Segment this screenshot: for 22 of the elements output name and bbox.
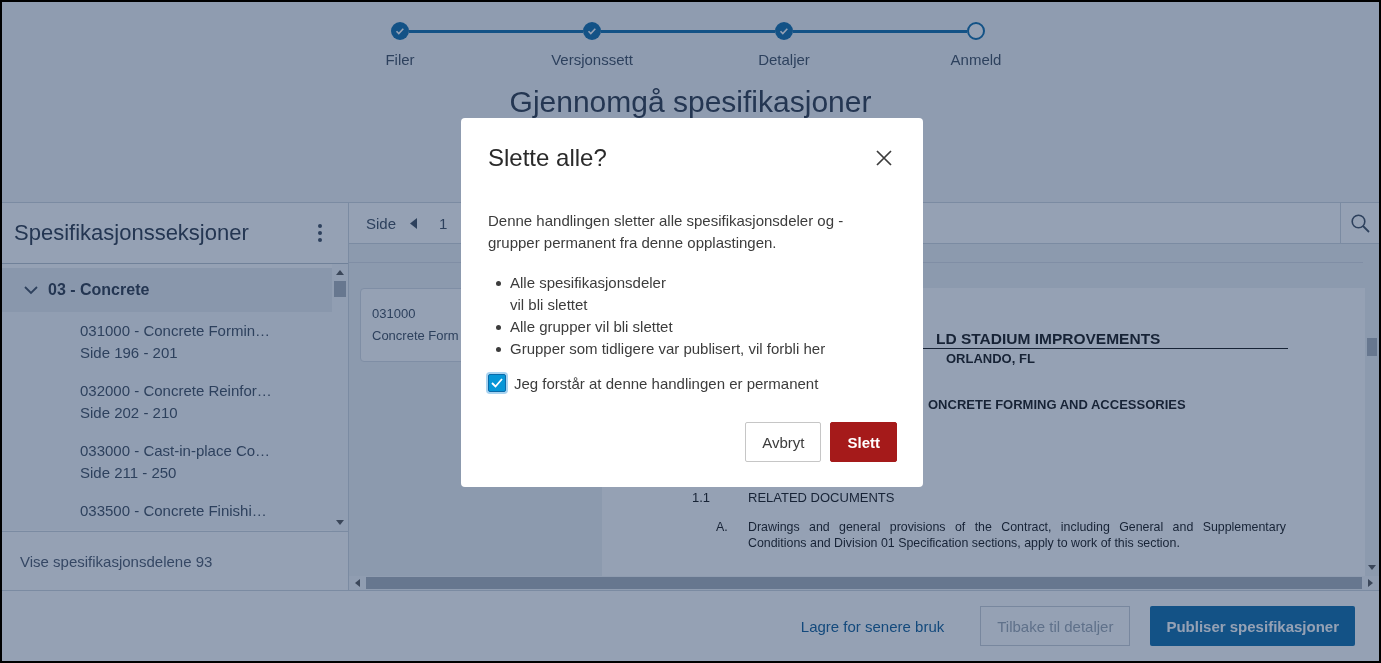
- page-title: Gjennomgå spesifikasjoner: [509, 86, 872, 118]
- step-label: Anmeld: [950, 51, 1002, 68]
- article-number: 1.1: [691, 490, 712, 505]
- dialog-title: Slette alle?: [488, 144, 607, 172]
- document-location: ORLANDO, FL: [945, 351, 1036, 366]
- step-label: Versjonssett: [551, 51, 633, 68]
- page-number: 1: [439, 214, 448, 232]
- panel-title: Spesifikasjonsseksjoner: [14, 220, 249, 246]
- article-title: RELATED DOCUMENTS: [748, 490, 895, 505]
- step-label: Detaljer: [758, 51, 810, 68]
- document-section-title: ONCRETE FORMING AND ACCESSORIES: [927, 397, 1187, 412]
- step-label: Filer: [385, 51, 415, 68]
- page-label: Side: [366, 214, 397, 232]
- bullet-item: Alle spesifikasjonsdeler vil bli slettet: [510, 273, 666, 315]
- document-paragraph: Drawings and general provisions of the Contract, including General and Supplementary Conditions and Division 01 Specification sections, apply to work of this section.: [748, 519, 1286, 551]
- document-heading: LD STADIUM IMPROVEMENTS: [936, 330, 1161, 347]
- bullet-item: Alle grupper vil bli slettet: [510, 317, 673, 337]
- section-count: Vise spesifikasjonsdelene 93: [20, 552, 213, 570]
- checkbox-label: Jeg forstår at denne handlingen er permanent: [514, 374, 819, 392]
- dialog-message: Denne handlingen sletter alle spesifikasjonsdeler og - grupper permanent fra denne opplastingen.: [488, 211, 845, 253]
- bullet-item: Grupper som tidligere var publisert, vil forbli her: [510, 339, 826, 359]
- item-label: A.: [715, 519, 729, 536]
